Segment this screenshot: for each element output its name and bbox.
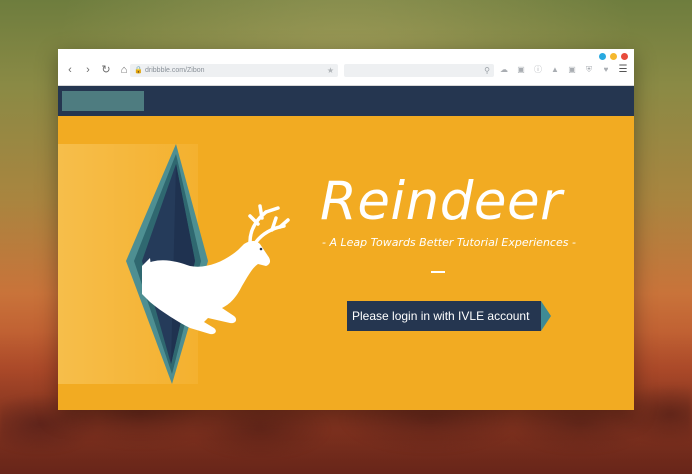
login-area: Please login in with IVLE account: [347, 301, 552, 331]
forward-icon[interactable]: ›: [82, 64, 94, 76]
site-logo[interactable]: [62, 91, 144, 111]
window-dot-red[interactable]: [621, 53, 628, 60]
page-subtitle: - A Leap Towards Better Tutorial Experie…: [322, 236, 576, 249]
title-divider: [431, 271, 445, 273]
hero-section: Reindeer - A Leap Towards Better Tutoria…: [58, 116, 634, 410]
window-dot-blue[interactable]: [599, 53, 606, 60]
login-button[interactable]: Please login in with IVLE account: [347, 301, 552, 331]
search-input[interactable]: ⚲: [344, 64, 494, 77]
menu-icon[interactable]: ☰: [618, 64, 628, 76]
lock-icon: 🔒: [134, 67, 143, 74]
shield-icon[interactable]: ⛨: [584, 64, 594, 76]
browser-window: ‹ › ↻ ⌂ 🔒 dribbble.com/Zibon ★ ⚲ ☁ ▣ ⓘ ▲…: [58, 49, 634, 410]
info-icon[interactable]: ⓘ: [533, 64, 543, 76]
address-text: dribbble.com/Zibon: [145, 67, 205, 74]
home-icon[interactable]: ⌂: [118, 64, 130, 76]
reindeer-illustration: [126, 144, 290, 384]
nav-buttons: ‹ › ↻ ⌂: [64, 64, 130, 76]
reindeer-eye: [259, 247, 263, 251]
search-icon: ⚲: [484, 66, 490, 75]
window-controls: [599, 53, 628, 60]
browser-chrome: ‹ › ↻ ⌂ 🔒 dribbble.com/Zibon ★ ⚲ ☁ ▣ ⓘ ▲…: [58, 49, 634, 86]
heart-icon[interactable]: ♥: [601, 64, 611, 76]
back-icon[interactable]: ‹: [64, 64, 76, 76]
bookmark-star-icon[interactable]: ★: [327, 64, 334, 77]
screenshot-icon[interactable]: ▣: [567, 64, 577, 76]
address-bar[interactable]: 🔒 dribbble.com/Zibon ★: [130, 64, 338, 77]
toolbar-icons: ☁ ▣ ⓘ ▲ ▣ ⛨ ♥ ☰: [499, 64, 628, 76]
extension-icon[interactable]: ▲: [550, 64, 560, 76]
cloud-icon[interactable]: ☁: [499, 64, 509, 76]
page-title: Reindeer: [320, 171, 563, 232]
window-dot-yellow[interactable]: [610, 53, 617, 60]
site-header: [58, 86, 634, 116]
camera-icon[interactable]: ▣: [516, 64, 526, 76]
reindeer-antlers: [248, 204, 290, 244]
reload-icon[interactable]: ↻: [100, 64, 112, 76]
